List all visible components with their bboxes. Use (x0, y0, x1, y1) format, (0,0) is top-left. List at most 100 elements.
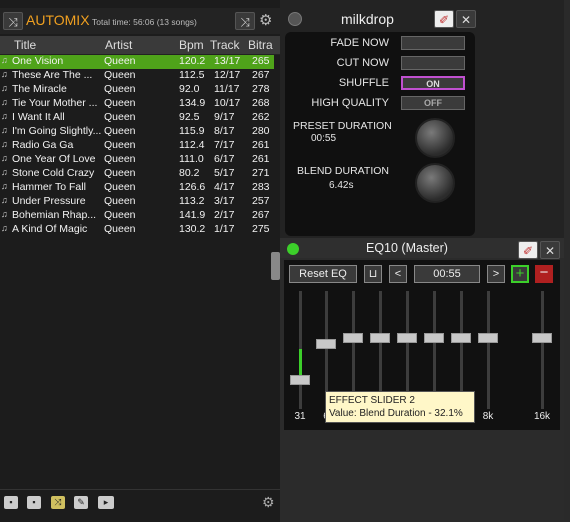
add-icon[interactable]: ▪ (4, 496, 18, 509)
music-note-icon: ♫ (1, 111, 8, 121)
automix-toolbar: ▪ ▪ ⤨ ✎ ▸ ⚙ (0, 489, 280, 516)
blend-duration-knob[interactable] (415, 163, 455, 203)
col-bitrate[interactable]: Bitra (248, 38, 274, 52)
table-row[interactable]: ♫ One Year Of Love Queen 111.0 6/17 261 (0, 153, 274, 167)
table-row[interactable]: ♫ I Want It All Queen 92.5 9/17 262 (0, 111, 274, 125)
next-button[interactable]: > (487, 265, 505, 283)
output-icon[interactable]: ▸ (98, 496, 114, 509)
track-bpm: 92.0 (179, 83, 200, 95)
table-row[interactable]: ♫ Bohemian Rhap... Queen 141.9 2/17 267 (0, 209, 274, 223)
track-artist: Queen (104, 139, 136, 151)
track-artist: Queen (104, 223, 136, 235)
edit-icon[interactable]: ✎ (74, 496, 88, 509)
table-row[interactable]: ♫ The Miracle Queen 92.0 11/17 278 (0, 83, 274, 97)
eq-slider-thumb[interactable] (424, 333, 444, 343)
col-bpm[interactable]: Bpm (179, 38, 204, 52)
table-row[interactable]: ♫ A Kind Of Magic Queen 130.2 1/17 275 (0, 223, 274, 237)
track-bpm: 112.5 (179, 69, 205, 81)
table-row[interactable]: ♫ I'm Going Slightly... Queen 115.9 8/17 280 (0, 125, 274, 139)
track-bitrate: 267 (252, 209, 270, 221)
milkdrop-controls: FADE NOW CUT NOW SHUFFLE ON HIGH QUALITY… (285, 32, 475, 236)
col-title[interactable]: Title (14, 38, 36, 52)
preset-duration-knob[interactable] (415, 118, 455, 158)
preset-time-field[interactable]: 00:55 (414, 265, 480, 283)
eq-slider-thumb[interactable] (532, 333, 552, 343)
panel-grip-handle[interactable] (271, 252, 280, 280)
table-row[interactable]: ♫ Under Pressure Queen 113.2 3/17 257 (0, 195, 274, 209)
track-bpm: 113.2 (179, 195, 205, 207)
eq-slider-thumb[interactable] (397, 333, 417, 343)
table-row[interactable]: ♫ Tie Your Mother ... Queen 134.9 10/17 268 (0, 97, 274, 111)
high-quality-toggle[interactable]: OFF (401, 96, 465, 110)
eq-slider-thumb[interactable] (478, 333, 498, 343)
table-row[interactable]: ♫ One Vision Queen 120.2 13/17 265 (0, 55, 274, 69)
trash-icon[interactable]: ▪ (27, 496, 41, 509)
music-note-icon: ♫ (1, 69, 8, 79)
eq-slider-thumb[interactable] (451, 333, 471, 343)
track-artist: Queen (104, 153, 136, 165)
eq-close-icon[interactable]: ✕ (540, 241, 560, 259)
track-bpm: 115.9 (179, 125, 205, 137)
col-track[interactable]: Track (210, 38, 240, 52)
eq-pin-icon[interactable]: ✐ (518, 241, 538, 259)
cut-now-label: CUT NOW (336, 57, 389, 69)
eq-band-label: 8k (482, 411, 494, 422)
track-bitrate: 261 (252, 139, 270, 151)
settings-gear-icon[interactable]: ⚙ (262, 494, 275, 511)
track-bpm: 92.5 (179, 111, 200, 123)
eq-power-indicator[interactable] (287, 243, 299, 255)
music-note-icon: ♫ (1, 209, 8, 219)
prev-button[interactable]: < (389, 265, 407, 283)
shuffle-toggle[interactable]: ON (401, 76, 465, 90)
eq-slider-thumb[interactable] (343, 333, 363, 343)
track-title: One Year Of Love (12, 153, 96, 165)
remove-icon-eq[interactable]: − (535, 265, 553, 283)
track-bpm: 130.2 (179, 223, 206, 235)
save-icon[interactable]: ⊔ (364, 265, 382, 283)
eq-slider-thumb[interactable] (290, 375, 310, 385)
track-title: Bohemian Rhap... (12, 209, 97, 221)
eq-slider-track[interactable] (541, 291, 544, 409)
add-icon-eq[interactable]: + (511, 265, 529, 283)
track-bitrate: 275 (252, 223, 270, 235)
track-title: I Want It All (12, 111, 65, 123)
fade-now-label: FADE NOW (330, 37, 389, 49)
track-artist: Queen (104, 167, 136, 179)
eq-band-label: 16k (533, 411, 551, 422)
table-row[interactable]: ♫ Stone Cold Crazy Queen 80.2 5/17 271 (0, 167, 274, 181)
blend-duration-label: BLEND DURATION (297, 165, 389, 177)
music-note-icon: ♫ (1, 125, 8, 135)
close-icon[interactable]: ✕ (456, 10, 476, 28)
shuffle-toggle-icon[interactable]: ⤨ (51, 496, 65, 509)
track-bpm: 134.9 (179, 97, 206, 109)
preset-duration-label: PRESET DURATION (293, 120, 392, 132)
music-note-icon: ♫ (1, 55, 8, 65)
table-row[interactable]: ♫ Radio Ga Ga Queen 112.4 7/17 261 (0, 139, 274, 153)
track-bitrate: 283 (252, 181, 270, 193)
shuffle-label: SHUFFLE (338, 77, 389, 89)
track-number: 7/17 (214, 139, 235, 151)
col-artist[interactable]: Artist (105, 38, 132, 52)
eq-slider-thumb[interactable] (370, 333, 390, 343)
table-row[interactable]: ♫ These Are The ... Queen 112.5 12/17 267 (0, 69, 274, 83)
track-bitrate: 257 (252, 195, 270, 207)
track-title: A Kind Of Magic (12, 223, 88, 235)
track-bitrate: 265 (252, 55, 270, 67)
reset-eq-button[interactable]: Reset EQ (289, 265, 357, 283)
shuffle-mode-icon[interactable]: ⤨ (235, 12, 255, 30)
track-bpm: 112.4 (179, 139, 205, 151)
gear-icon[interactable]: ⚙ (259, 11, 272, 29)
pin-icon[interactable]: ✐ (434, 10, 454, 28)
shuffle-icon[interactable]: ⤨ (3, 12, 23, 30)
blend-duration-value: 6.42s (329, 180, 354, 191)
track-bpm: 141.9 (179, 209, 206, 221)
cut-now-button[interactable] (401, 56, 465, 70)
tooltip-title: EFFECT SLIDER 2 (329, 395, 415, 406)
power-indicator[interactable] (288, 12, 302, 26)
eq-slider-track[interactable] (487, 291, 490, 409)
track-number: 12/17 (214, 69, 241, 81)
fade-now-button[interactable] (401, 36, 465, 50)
track-artist: Queen (104, 181, 136, 193)
eq-slider-thumb[interactable] (316, 339, 336, 349)
table-row[interactable]: ♫ Hammer To Fall Queen 126.6 4/17 283 (0, 181, 274, 195)
